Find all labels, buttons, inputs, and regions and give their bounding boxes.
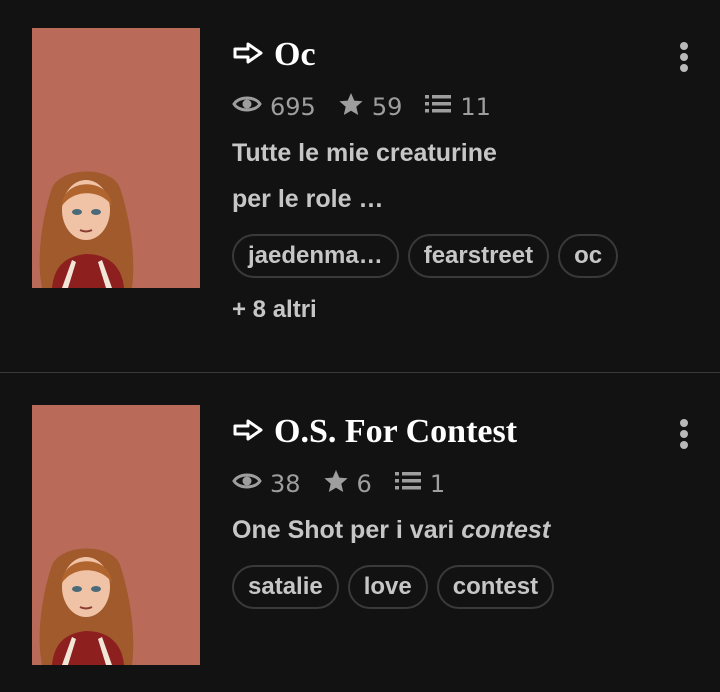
character-illustration	[39, 548, 134, 665]
character-illustration	[39, 171, 134, 288]
list-icon	[424, 93, 460, 121]
description-line: per le role …	[232, 185, 384, 213]
parts-count: 1	[429, 470, 446, 498]
story-title-text: Oc	[274, 36, 316, 73]
description-line: Tutte le mie creaturine	[232, 139, 497, 167]
story-stats: 695 59 11	[232, 92, 513, 122]
tag-chip[interactable]: jaedenma…	[232, 234, 399, 278]
story-description: One Shot per i vari contest	[232, 507, 550, 553]
eye-icon	[232, 93, 270, 121]
description-italic-text: contest	[461, 516, 551, 544]
story-title[interactable]: O.S. For Contest	[232, 413, 517, 451]
tag-chip[interactable]: fearstreet	[407, 234, 550, 278]
more-tags-link[interactable]: + 8 altri	[232, 296, 317, 324]
views-count: 695	[270, 93, 316, 121]
tag-chip[interactable]: love	[347, 565, 428, 609]
story-card[interactable]: O.S. For Contest 38 6 1 One Shot per i v…	[0, 373, 720, 692]
parts-count: 11	[460, 93, 491, 121]
tag-list: jaedenma… fearstreet oc	[232, 234, 619, 278]
story-cover-image[interactable]	[32, 405, 200, 665]
stars-stat: 59	[338, 92, 403, 122]
arrow-right-outline-icon	[232, 36, 264, 74]
tag-chip[interactable]: contest	[436, 565, 555, 609]
views-stat: 695	[232, 93, 316, 121]
views-stat: 38	[232, 470, 301, 498]
stars-count: 6	[356, 470, 372, 498]
kebab-menu-icon[interactable]	[676, 419, 692, 455]
parts-stat: 11	[424, 93, 491, 121]
story-cover-image[interactable]	[32, 28, 200, 288]
story-title-text: O.S. For Contest	[274, 413, 518, 450]
arrow-right-outline-icon	[232, 413, 264, 451]
tag-list: satalie love contest	[232, 565, 555, 609]
stars-count: 59	[371, 93, 403, 121]
kebab-menu-icon[interactable]	[676, 42, 692, 78]
description-text: One Shot per i vari	[232, 516, 462, 544]
story-title[interactable]: Oc	[232, 36, 316, 74]
eye-icon	[232, 470, 270, 498]
story-card[interactable]: Oc 695 59 11 Tutte le mie creaturine per…	[0, 0, 720, 372]
story-description: Tutte le mie creaturine per le role …	[232, 130, 497, 222]
star-icon	[338, 92, 372, 122]
parts-stat: 1	[394, 470, 445, 498]
tag-chip[interactable]: satalie	[232, 565, 339, 609]
list-icon	[394, 470, 430, 498]
stars-stat: 6	[323, 469, 372, 499]
views-count: 38	[270, 470, 301, 498]
story-stats: 38 6 1	[232, 469, 467, 499]
star-icon	[323, 469, 357, 499]
tag-chip[interactable]: oc	[558, 234, 619, 278]
